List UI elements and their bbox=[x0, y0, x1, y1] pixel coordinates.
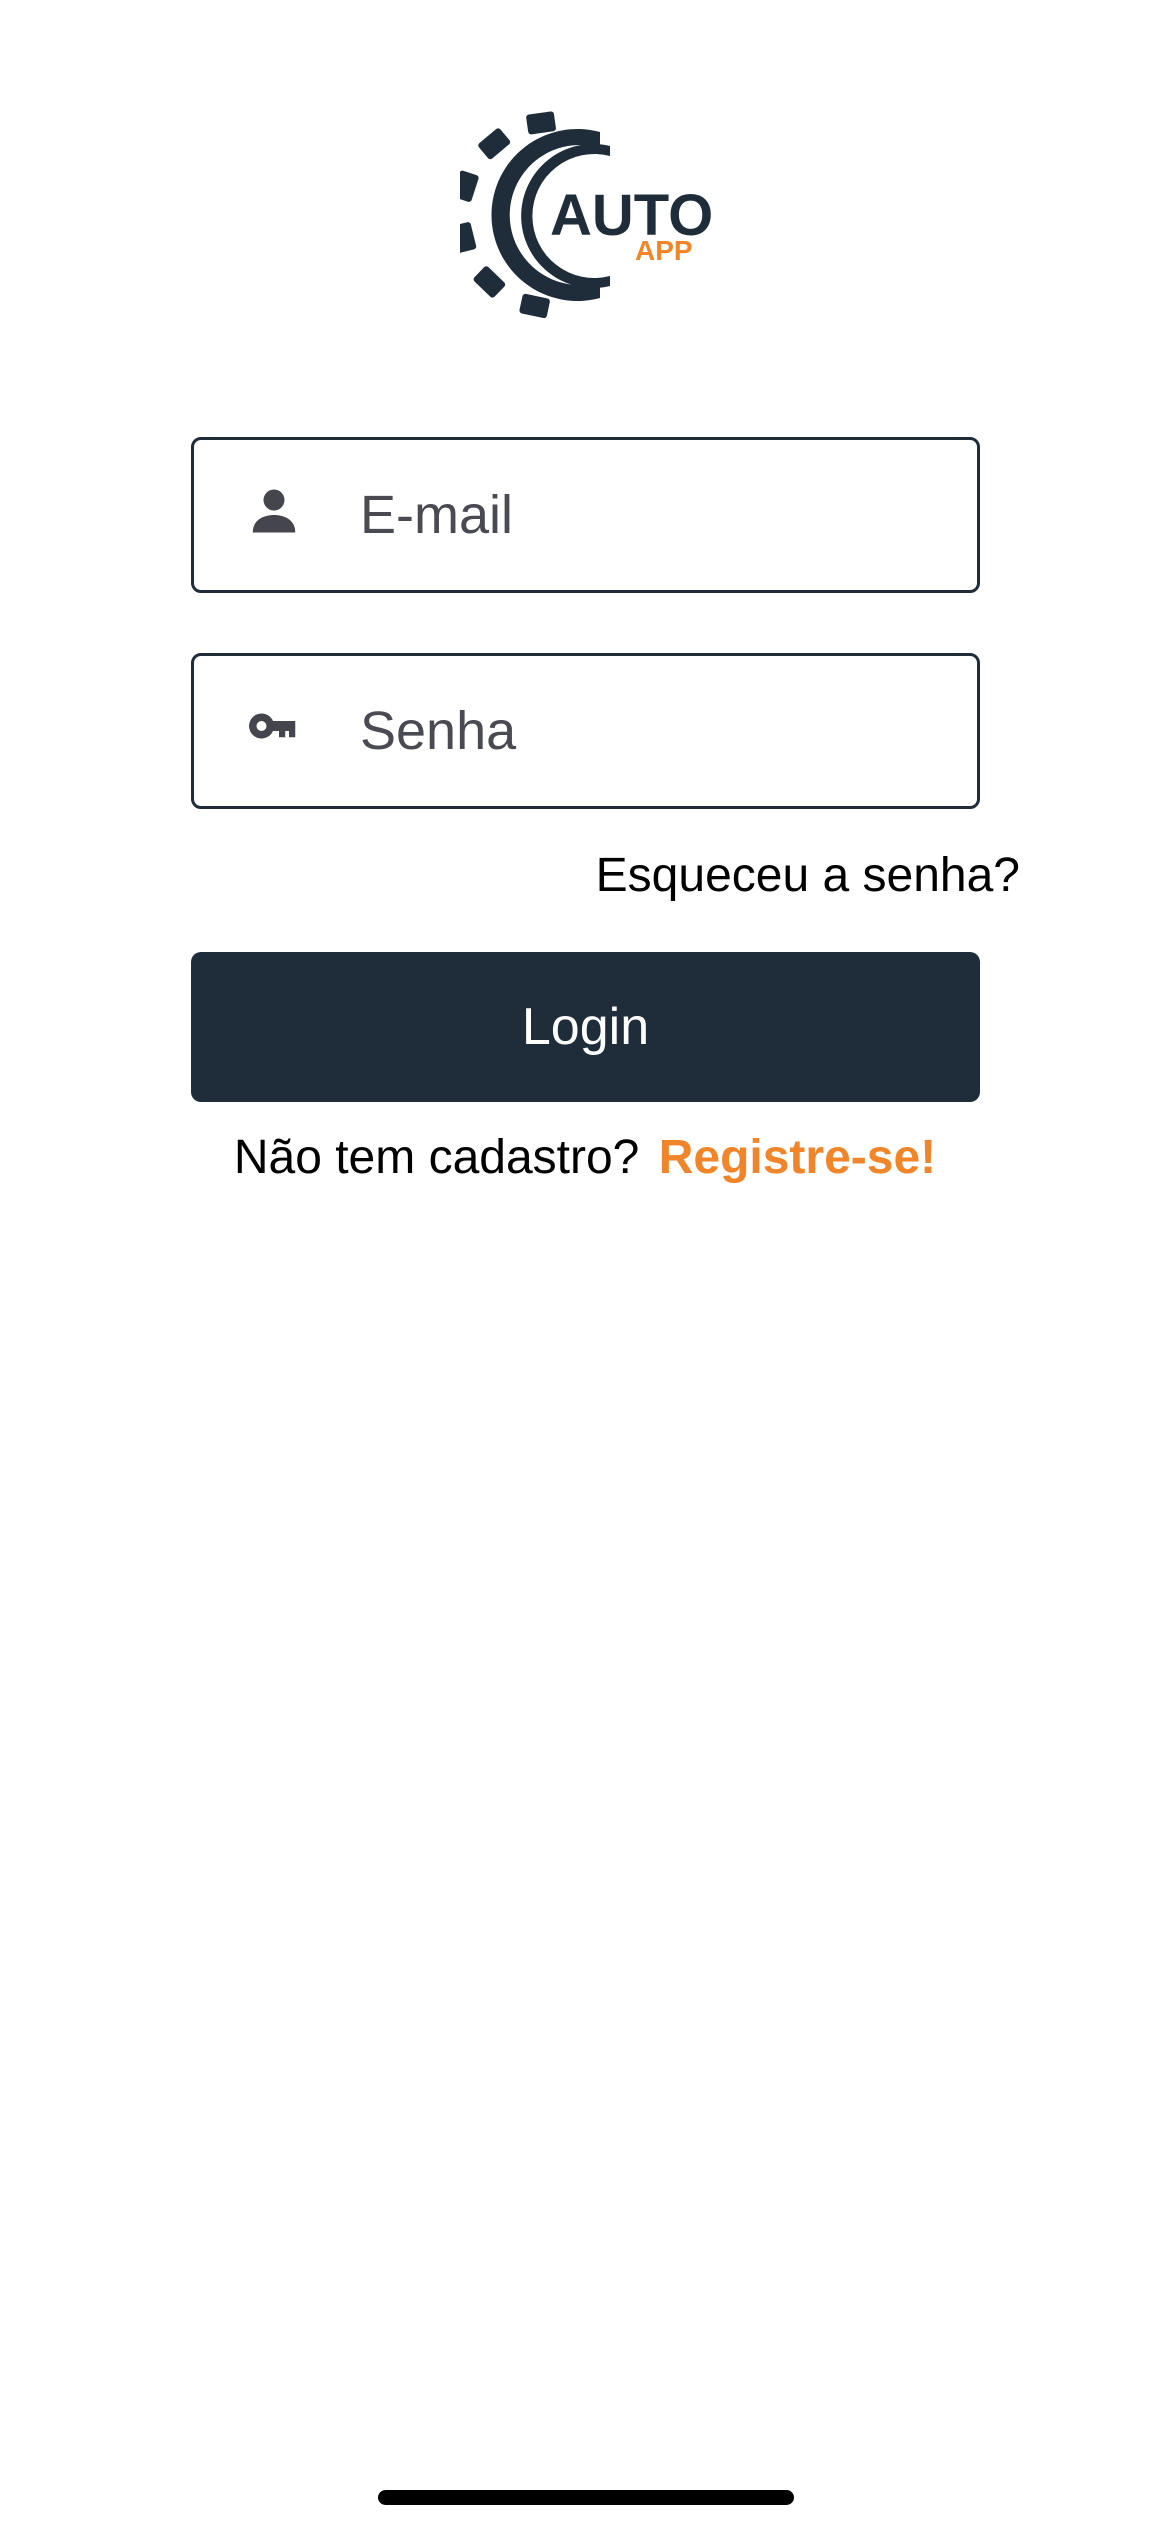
password-field[interactable] bbox=[191, 653, 980, 809]
logo-subtitle: APP bbox=[635, 235, 693, 266]
forgot-password-link[interactable]: Esqueceu a senha? bbox=[596, 848, 1020, 903]
email-input[interactable] bbox=[360, 440, 950, 590]
register-prompt: Não tem cadastro? bbox=[233, 1131, 640, 1184]
register-row: Não tem cadastro? Registre-se! bbox=[0, 1130, 1170, 1185]
gear-logo-icon: AUTO APP bbox=[460, 111, 713, 319]
home-indicator[interactable] bbox=[378, 2490, 794, 2505]
key-icon bbox=[244, 696, 304, 756]
register-link[interactable]: Registre-se! bbox=[659, 1131, 936, 1184]
app-logo: AUTO APP bbox=[460, 110, 720, 320]
password-input[interactable] bbox=[360, 656, 950, 806]
person-icon bbox=[244, 480, 304, 540]
email-field[interactable] bbox=[191, 437, 980, 593]
login-button[interactable]: Login bbox=[191, 952, 980, 1102]
